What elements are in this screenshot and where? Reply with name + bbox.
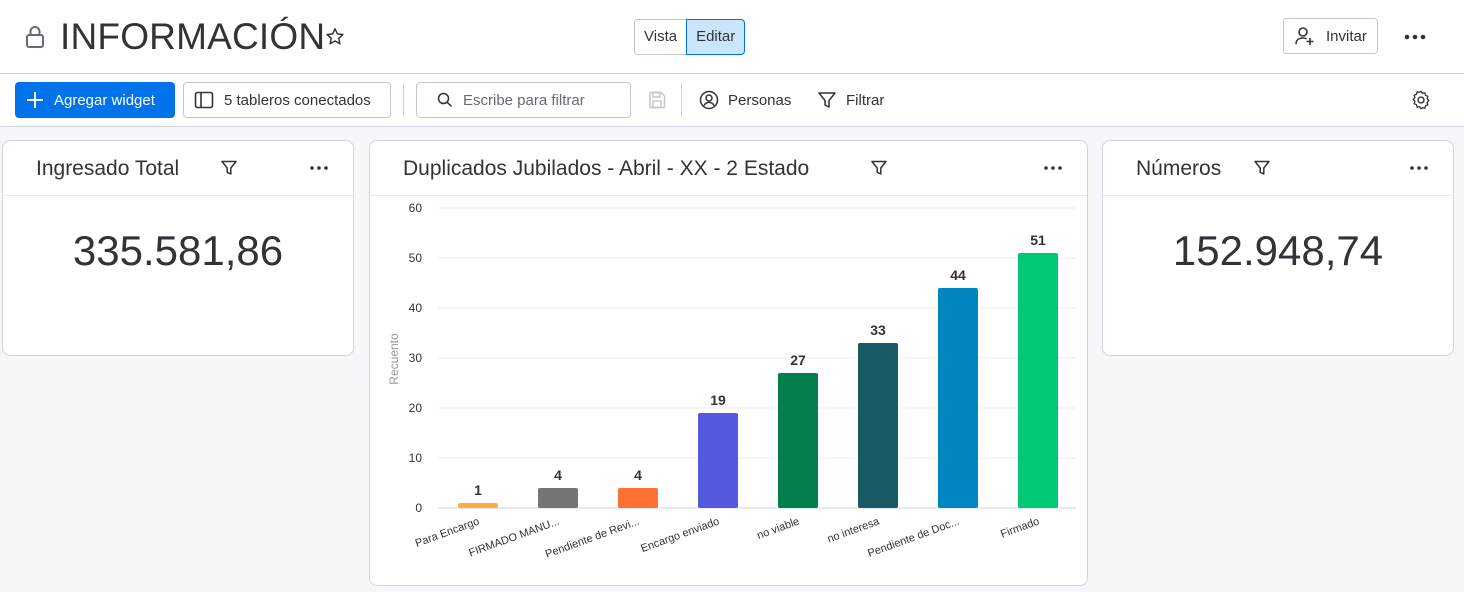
more-options-icon[interactable] [1402, 27, 1428, 47]
bar-chart: 0102030405060 1Para Encargo4FIRMADO MANU… [387, 201, 1076, 561]
widget-title: Números [1136, 157, 1222, 180]
number-widget-numbers[interactable]: Números 152.948,74 [1102, 140, 1454, 356]
toolbar-divider [681, 83, 682, 117]
data-label: 1 [474, 482, 482, 498]
widget-filter-icon[interactable] [1253, 159, 1271, 177]
y-tick-label: 50 [409, 251, 423, 265]
toolbar-divider [403, 83, 404, 117]
chart-bar [778, 373, 818, 508]
widget-more-icon[interactable] [308, 159, 330, 177]
people-filter-button[interactable]: Personas [699, 82, 791, 118]
lock-icon [26, 26, 44, 48]
x-tick-label: Pendiente de Doc... [866, 516, 961, 560]
view-mode-toggle: Vista Editar [634, 19, 746, 55]
chart-bar [858, 343, 898, 508]
view-button[interactable]: Vista [634, 19, 687, 55]
person-circle-icon [699, 90, 719, 110]
data-label: 27 [790, 352, 806, 368]
data-label: 4 [634, 467, 642, 483]
widget-filter-icon[interactable] [220, 159, 238, 177]
filter-button[interactable]: Filtrar [817, 82, 884, 118]
chart-bar [698, 413, 738, 508]
invite-button[interactable]: Invitar [1283, 18, 1378, 54]
save-icon[interactable] [647, 90, 667, 110]
widget-value: 152.948,74 [1172, 227, 1384, 274]
widget-more-icon[interactable] [1408, 159, 1430, 177]
widget-value: 335.581,86 [72, 227, 284, 274]
y-axis-label: Recuento [387, 333, 401, 385]
dashboard-canvas: Ingresado Total 335.581,86 Duplicados Ju… [0, 127, 1464, 592]
x-tick-label: Encargo enviado [639, 516, 721, 556]
add-widget-label: Agregar widget [54, 91, 155, 109]
y-tick-label: 0 [415, 501, 422, 515]
x-tick-label: no interesa [826, 515, 882, 545]
add-widget-button[interactable]: Agregar widget [15, 82, 175, 118]
chart-bar [458, 503, 498, 508]
widget-header: Ingresado Total [3, 141, 353, 196]
edit-button[interactable]: Editar [686, 19, 746, 55]
x-tick-label: no viable [756, 516, 801, 542]
y-tick-label: 40 [409, 301, 423, 315]
data-label: 44 [950, 267, 966, 283]
board-panel-icon [194, 91, 214, 109]
number-widget-total[interactable]: Ingresado Total 335.581,86 [2, 140, 354, 356]
search-input[interactable] [463, 91, 623, 109]
y-tick-label: 30 [409, 351, 423, 365]
filter-icon [818, 92, 836, 108]
gear-icon[interactable] [1410, 89, 1432, 111]
star-icon[interactable] [324, 26, 346, 48]
x-tick-label: Firmado [999, 516, 1041, 541]
people-label: Personas [728, 91, 792, 109]
search-icon [437, 92, 453, 108]
filter-label: Filtrar [846, 91, 885, 109]
chart-bar [938, 288, 978, 508]
data-label: 33 [870, 322, 886, 338]
page-title: INFORMACIÓN [60, 16, 326, 57]
plus-icon [27, 92, 43, 108]
y-tick-label: 10 [409, 451, 423, 465]
y-tick-label: 20 [409, 401, 423, 415]
add-person-icon [1295, 27, 1314, 45]
data-label: 51 [1030, 232, 1046, 248]
board-header: INFORMACIÓN Vista Editar Invitar [0, 0, 1464, 74]
connected-boards-button[interactable]: 5 tableros conectados [183, 82, 391, 118]
invite-label: Invitar [1326, 27, 1367, 45]
filter-search-box[interactable] [416, 82, 631, 118]
chart-widget[interactable]: Duplicados Jubilados - Abril - XX - 2 Es… [369, 140, 1088, 586]
chart-bar [1018, 253, 1058, 508]
chart-bar [618, 488, 658, 508]
dashboard-toolbar: Agregar widget 5 tableros conectados Per… [0, 74, 1464, 127]
data-label: 4 [554, 467, 562, 483]
x-tick-label: Para Encargo [414, 516, 481, 550]
chart-bar [538, 488, 578, 508]
widget-header: Números [1103, 141, 1453, 196]
connected-boards-label: 5 tableros conectados [224, 91, 371, 109]
y-tick-label: 60 [409, 201, 423, 215]
widget-title: Ingresado Total [36, 157, 180, 180]
data-label: 19 [710, 392, 726, 408]
